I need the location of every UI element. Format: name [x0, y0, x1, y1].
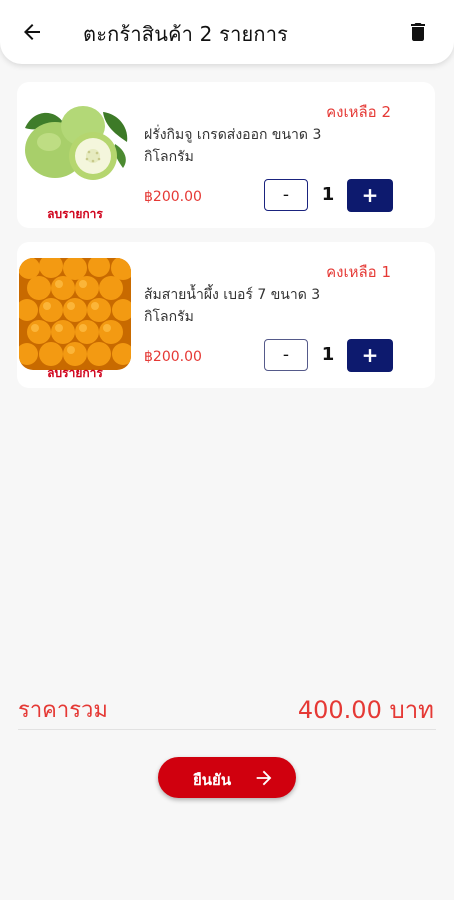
decrease-quantity-button[interactable]: - — [264, 179, 308, 211]
product-name: ฝรั่งกิมจู เกรดส่งออก ขนาด 3 กิโลกรัม — [144, 127, 322, 165]
total-label: ราคารวม — [18, 698, 108, 723]
increase-quantity-button[interactable]: + — [347, 179, 393, 212]
quantity-value: 1 — [321, 184, 335, 205]
decrease-quantity-button[interactable]: - — [264, 339, 308, 371]
quantity-value: 1 — [321, 344, 335, 365]
product-image-guava[interactable] — [19, 98, 131, 210]
trash-icon[interactable] — [406, 20, 430, 44]
page-title: ตะกร้าสินค้า 2 รายการ — [83, 22, 289, 46]
arrow-right-icon — [253, 767, 275, 789]
total-value: 400.00 บาท — [297, 696, 434, 724]
app-bar: ตะกร้าสินค้า 2 รายการ — [0, 0, 454, 64]
remove-item-link[interactable]: ลบรายการ — [17, 364, 133, 383]
stock-remaining: คงเหลือ 1 — [326, 263, 391, 281]
remove-item-link[interactable]: ลบรายการ — [17, 205, 133, 224]
product-image-orange[interactable] — [19, 258, 131, 370]
cart-item: ลบรายการ คงเหลือ 1 ส้มสายน้ำผึ้ง เบอร์ 7… — [17, 242, 435, 388]
product-name: ส้มสายน้ำผึ้ง เบอร์ 7 ขนาด 3 กิโลกรัม — [144, 287, 321, 325]
product-price: ฿200.00 — [144, 189, 202, 205]
divider — [18, 729, 436, 730]
back-arrow-icon[interactable] — [20, 20, 44, 44]
confirm-button-label: ยืนยัน — [193, 771, 232, 789]
stock-remaining: คงเหลือ 2 — [326, 103, 391, 121]
increase-quantity-button[interactable]: + — [347, 339, 393, 372]
cart-item: ลบรายการ คงเหลือ 2 ฝรั่งกิมจู เกรดส่งออก… — [17, 82, 435, 228]
product-price: ฿200.00 — [144, 349, 202, 365]
confirm-button[interactable]: ยืนยัน — [158, 757, 296, 798]
